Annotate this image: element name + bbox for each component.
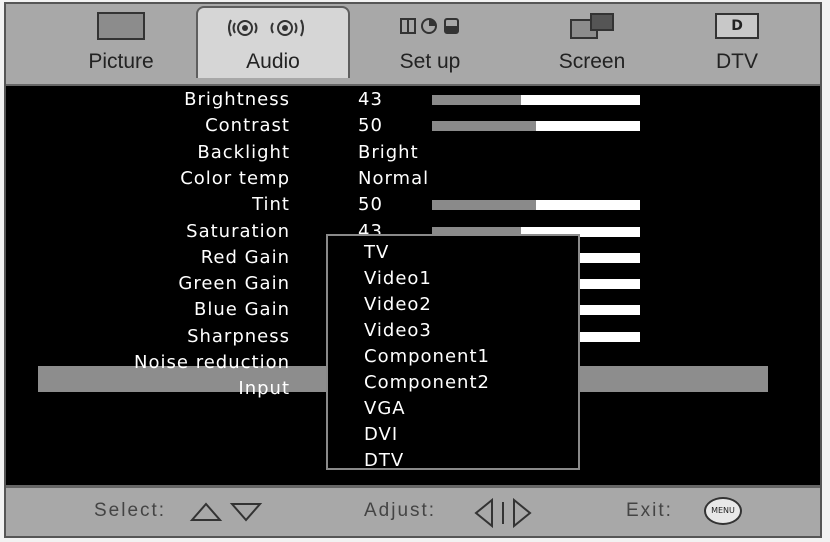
- tab-label: DTV: [716, 50, 758, 73]
- setting-name: Noise reduction: [134, 352, 290, 373]
- setting-row[interactable]: Tint 50: [6, 193, 820, 219]
- adjust-hint-label: Adjust:: [364, 500, 437, 521]
- input-option[interactable]: Video2: [364, 294, 432, 315]
- input-option[interactable]: Video3: [364, 320, 432, 341]
- input-option[interactable]: Component2: [364, 372, 490, 393]
- footer-hints: Select: Adjust: Exit: MENU: [6, 485, 820, 536]
- setting-value: 50: [358, 194, 383, 216]
- setting-row[interactable]: Backlight Bright: [6, 141, 820, 167]
- tab-label: Set up: [399, 50, 461, 73]
- tab-screen[interactable]: Screen: [510, 6, 674, 78]
- level-fill: [432, 200, 536, 211]
- setting-name: Saturation: [186, 220, 290, 242]
- tab-label: Screen: [558, 50, 626, 73]
- picture-settings-panel: Brightness 43 Contrast 50 Backlight Bright Col…: [6, 86, 820, 492]
- tab-setup[interactable]: Set up: [350, 6, 510, 78]
- setting-value: 50: [358, 115, 383, 137]
- tab-label: Audio: [246, 50, 300, 73]
- dtv-icon: D: [715, 12, 759, 40]
- setting-level-bar[interactable]: [432, 200, 640, 211]
- input-option[interactable]: TV: [364, 242, 389, 263]
- input-option[interactable]: Component1: [364, 346, 490, 367]
- setting-name: Tint: [252, 194, 290, 216]
- tab-audio[interactable]: Audio: [196, 6, 350, 78]
- setting-value: 43: [358, 89, 383, 110]
- setting-name: Input: [238, 378, 290, 400]
- picture-icon: [97, 12, 145, 40]
- setting-name: Green Gain: [178, 273, 290, 295]
- setting-name: Color temp: [180, 167, 290, 189]
- input-option[interactable]: VGA: [364, 398, 406, 419]
- setting-name: Sharpness: [187, 325, 290, 347]
- setting-row[interactable]: Brightness 43: [6, 88, 820, 114]
- level-fill: [432, 95, 522, 105]
- input-option[interactable]: DTV: [364, 450, 404, 471]
- menu-button-icon: MENU: [704, 497, 742, 525]
- setting-name: Contrast: [205, 115, 290, 137]
- setup-icon: [399, 12, 461, 40]
- level-fill: [432, 121, 536, 132]
- setting-name: Blue Gain: [194, 299, 290, 321]
- input-option[interactable]: DVI: [364, 424, 398, 445]
- tab-bar: Picture Audio Set up Screen D DTV: [6, 4, 820, 87]
- setting-row[interactable]: Contrast 50: [6, 114, 820, 140]
- speaker-icon: [225, 14, 321, 42]
- setting-name: Brightness: [184, 89, 290, 110]
- tv-osd-menu: Picture Audio Set up Screen D DTV Bright…: [4, 2, 822, 538]
- screen-icon: [569, 12, 615, 40]
- exit-hint-label: Exit:: [626, 500, 673, 521]
- select-hint-label: Select:: [94, 500, 167, 521]
- setting-level-bar[interactable]: [432, 121, 640, 132]
- tab-dtv[interactable]: D DTV: [674, 6, 800, 78]
- setting-value: Bright: [358, 141, 419, 163]
- input-source-dropdown[interactable]: TV Video1 Video2 Video3 Component1 Component2…: [326, 234, 580, 471]
- setting-name: Backlight: [197, 141, 290, 163]
- input-option[interactable]: Video1: [364, 268, 432, 289]
- up-down-arrows-icon: [189, 502, 263, 522]
- setting-row[interactable]: Color temp Normal: [6, 167, 820, 193]
- setting-level-bar[interactable]: [432, 95, 640, 105]
- left-right-arrows-icon: [474, 498, 532, 528]
- setting-value: Normal: [358, 167, 430, 189]
- tab-label: Picture: [88, 50, 154, 73]
- tab-picture[interactable]: Picture: [46, 6, 196, 78]
- setting-name: Red Gain: [200, 246, 290, 268]
